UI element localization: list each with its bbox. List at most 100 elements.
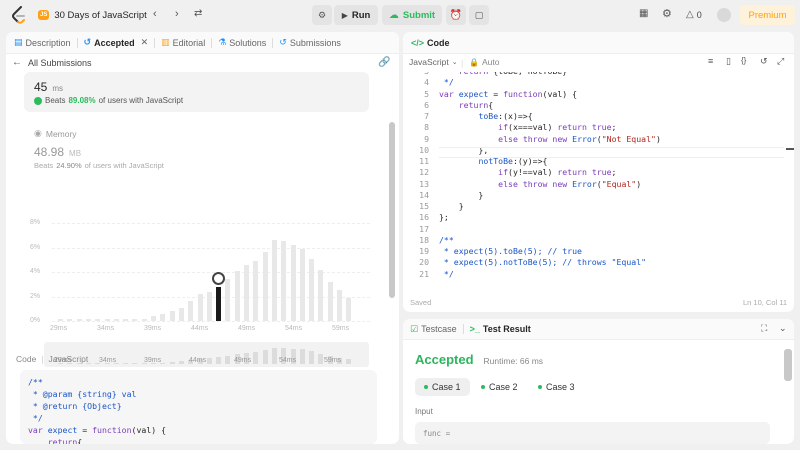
tab-test-result[interactable]: >_ Test Result xyxy=(464,319,537,340)
code-braces-icon[interactable]: {} xyxy=(741,57,746,65)
runtime-bar[interactable] xyxy=(281,241,287,321)
runtime-bar[interactable] xyxy=(327,281,333,321)
runtime-bar[interactable] xyxy=(290,245,296,321)
left-panel-scrollbar[interactable] xyxy=(389,122,395,298)
memory-card[interactable]: ◉ Memory 48.98 MB Beats 24.90% of users … xyxy=(24,124,369,170)
runtime-bar[interactable] xyxy=(188,301,194,321)
runtime-bar[interactable] xyxy=(123,318,129,321)
tab-editorial[interactable]: ▥ Editorial xyxy=(155,32,211,54)
code-line[interactable]: 19 * expect(5).toBe(5); // true xyxy=(403,246,783,257)
code-line[interactable]: 5 var expect = function(val) { xyxy=(403,89,783,100)
tab-submissions[interactable]: ↺ Submissions xyxy=(273,32,347,54)
runtime-bar[interactable] xyxy=(178,307,184,321)
runtime-bar[interactable] xyxy=(253,260,259,321)
runtime-bar[interactable] xyxy=(244,264,249,321)
overview-bar xyxy=(206,358,212,364)
runtime-bar[interactable] xyxy=(206,291,212,321)
debug-button[interactable]: ⚙ xyxy=(312,5,332,25)
runtime-bar[interactable] xyxy=(271,240,277,321)
runtime-bar[interactable] xyxy=(160,313,166,321)
premium-button[interactable]: Premium xyxy=(740,5,795,25)
runtime-bar[interactable] xyxy=(67,318,73,321)
case-3-tab[interactable]: Case 3 xyxy=(529,378,584,396)
runtime-bar[interactable] xyxy=(151,316,156,321)
all-submissions-link[interactable]: ← All Submissions xyxy=(12,57,92,68)
fullscreen-icon[interactable]: ⤢ xyxy=(777,57,784,66)
submitted-code-block[interactable]: /** * @param {string} val * @return {Obj… xyxy=(20,370,377,444)
runtime-bar[interactable] xyxy=(337,290,342,321)
tab-solutions[interactable]: ⚗ Solutions xyxy=(212,32,272,54)
runtime-card[interactable]: 45 ms Beats 89.08% of users with JavaScr… xyxy=(24,72,369,112)
case-2-tab[interactable]: Case 2 xyxy=(472,378,527,396)
code-line[interactable]: 18 /** xyxy=(403,235,783,246)
submitted-code-line: * @return {Object} xyxy=(28,401,122,411)
overview-tick-label: 54ms xyxy=(279,357,297,364)
code-editor[interactable]: 3 return {toBe, notToBe}4 */5var expect … xyxy=(403,72,788,292)
expand-icon[interactable]: ⛶ xyxy=(761,324,767,333)
close-icon[interactable]: ✕ xyxy=(141,37,149,48)
runtime-bar[interactable] xyxy=(85,318,91,321)
run-button[interactable]: ▶ Run xyxy=(334,5,378,25)
code-line[interactable]: 20 * expect(5).notToBe(5); // throws "Eq… xyxy=(403,257,783,268)
code-line[interactable]: 21 */ xyxy=(403,269,783,280)
timer-button[interactable]: ⏰ xyxy=(446,5,466,25)
leetcode-logo-icon[interactable] xyxy=(11,6,27,24)
code-line[interactable]: 14 } xyxy=(403,190,783,201)
grid-layout-icon[interactable]: ▦ xyxy=(639,9,648,19)
memory-value: 48.98 xyxy=(34,145,65,159)
code-line[interactable]: 8 if(x===val) return true; xyxy=(403,122,783,133)
chart-range-selector[interactable]: 29ms 34ms 39ms 44ms 49ms 54ms 59ms xyxy=(44,342,369,367)
runtime-distribution-chart[interactable]: 8% 6% 4% 2% 0% 29ms 34ms 39ms 44ms 49ms 54ms 59ms 29… xyxy=(6,182,391,367)
chevron-right-icon[interactable]: › xyxy=(175,9,179,20)
runtime-bar[interactable] xyxy=(225,279,231,321)
y-tick-label: 8% xyxy=(30,219,41,226)
tab-testcase[interactable]: ☑ Testcase xyxy=(403,319,463,340)
streak-counter[interactable]: △ 0 xyxy=(686,9,702,20)
runtime-bar[interactable] xyxy=(169,311,175,321)
bookmark-icon[interactable]: ▯ xyxy=(726,57,731,66)
runtime-bar[interactable] xyxy=(76,318,82,321)
code-line[interactable]: 15 } xyxy=(403,201,783,212)
runtime-bar[interactable] xyxy=(234,270,240,321)
runtime-bar[interactable] xyxy=(309,258,315,321)
collapse-icon[interactable]: ⌄ xyxy=(779,324,787,333)
tab-description-label: Description xyxy=(25,37,71,48)
runtime-bar[interactable] xyxy=(197,294,203,321)
code-line[interactable]: 6 return{ xyxy=(403,100,783,111)
runtime-bar[interactable] xyxy=(132,318,138,321)
shuffle-icon[interactable]: ⇄ xyxy=(194,9,202,19)
code-line[interactable]: 16}; xyxy=(403,212,783,223)
tab-description[interactable]: ▤ Description xyxy=(6,32,77,54)
runtime-bar[interactable] xyxy=(113,318,119,321)
runtime-bar[interactable] xyxy=(104,318,110,321)
runtime-bar[interactable] xyxy=(299,248,305,321)
code-line[interactable]: 17 xyxy=(403,224,783,235)
result-scrollbar[interactable] xyxy=(784,349,792,381)
format-lines-icon[interactable]: ≡ xyxy=(708,57,713,66)
chevron-left-icon[interactable]: ‹ xyxy=(153,9,157,20)
language-select[interactable]: JavaScript ⌄ xyxy=(409,57,458,67)
avatar[interactable] xyxy=(717,8,731,22)
runtime-bar[interactable] xyxy=(346,297,352,321)
runtime-bar[interactable] xyxy=(318,269,324,321)
runtime-bar[interactable] xyxy=(95,318,101,321)
tab-code[interactable]: </> Code xyxy=(403,32,456,54)
code-line[interactable]: 4 */ xyxy=(403,77,783,88)
case-1-tab[interactable]: Case 1 xyxy=(415,378,470,396)
tab-accepted[interactable]: ↺ Accepted ✕ xyxy=(78,32,155,54)
share-link-icon[interactable]: 🔗 xyxy=(378,57,390,68)
submit-button[interactable]: ☁ Submit xyxy=(382,5,442,25)
runtime-bar[interactable] xyxy=(262,252,268,321)
code-line[interactable]: 9 else throw new Error("Not Equal") xyxy=(403,134,783,145)
code-line[interactable]: 13 else throw new Error("Equal") xyxy=(403,179,783,190)
runtime-bar[interactable] xyxy=(58,318,63,321)
settings-gear-icon[interactable]: ⚙ xyxy=(662,9,672,20)
code-line[interactable]: 12 if(y!==val) return true; xyxy=(403,167,783,178)
code-line[interactable]: 7 toBe:(x)=>{ xyxy=(403,111,783,122)
runtime-bar[interactable] xyxy=(141,318,147,321)
notes-button[interactable]: ▢ xyxy=(469,5,489,25)
reset-icon[interactable]: ↺ xyxy=(760,57,768,66)
selected-runtime-bar[interactable] xyxy=(216,286,222,321)
problem-list-button[interactable]: JS 30 Days of JavaScript xyxy=(38,8,147,22)
auto-mode-toggle[interactable]: 🔒 Auto xyxy=(469,57,499,67)
